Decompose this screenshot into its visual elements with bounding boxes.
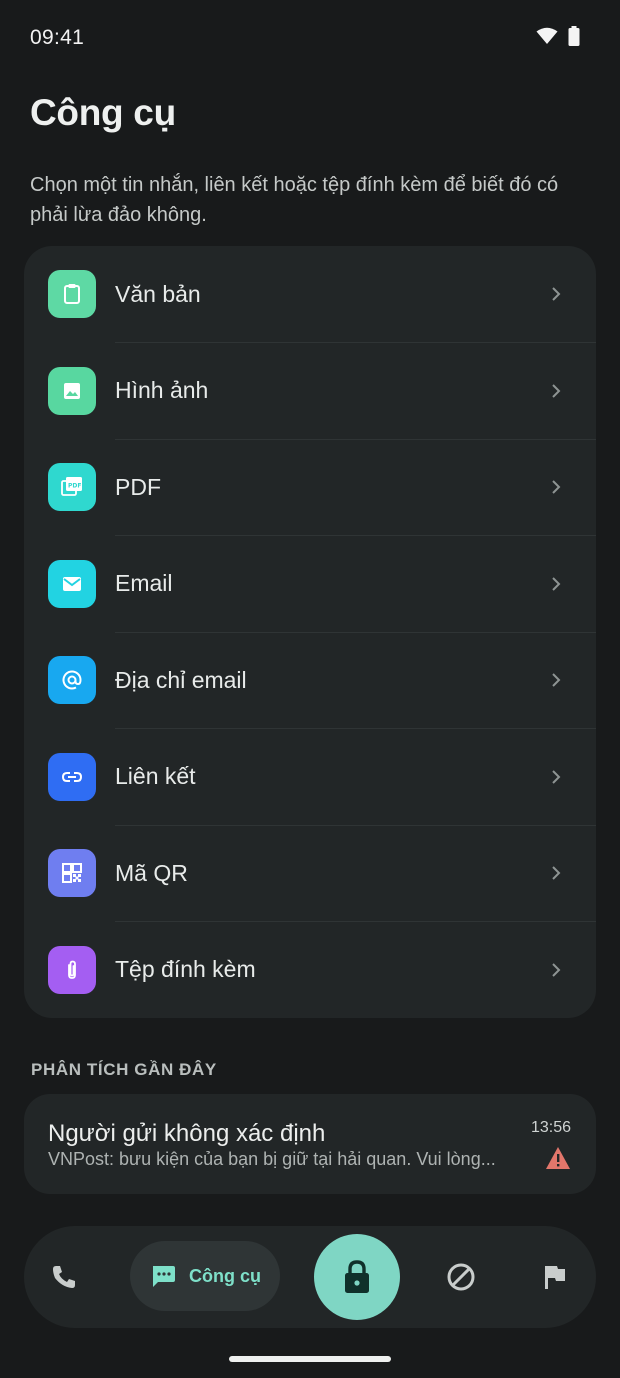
chevron-right-icon [550, 670, 562, 690]
chevron-right-icon [550, 574, 562, 594]
qr-code-icon [48, 849, 96, 898]
tool-item-image[interactable]: Hình ảnh [24, 343, 596, 440]
battery-icon [568, 26, 580, 46]
tools-list: Văn bản Hình ảnh PDF PDF Email Địa chỉ e… [24, 246, 596, 1018]
nav-phone[interactable] [46, 1259, 82, 1295]
chevron-right-icon [550, 863, 562, 883]
chevron-right-icon [550, 284, 562, 304]
tool-item-email-address[interactable]: Địa chỉ email [24, 632, 596, 729]
tool-label: Mã QR [115, 859, 188, 886]
status-time: 09:41 [30, 26, 85, 49]
status-icons [536, 26, 580, 46]
nav-report[interactable] [537, 1259, 573, 1295]
chevron-right-icon [550, 960, 562, 980]
tool-label: Địa chỉ email [115, 666, 247, 693]
recent-item-subtitle: VNPost: bưu kiện của bạn bị giữ tại hải … [48, 1149, 496, 1169]
lock-icon [345, 1260, 369, 1293]
flag-icon [545, 1266, 565, 1289]
tool-label: Tệp đính kèm [115, 956, 256, 983]
bottom-nav: Công cụ [24, 1226, 596, 1328]
recent-section-title: PHÂN TÍCH GẦN ĐÂY [31, 1060, 217, 1079]
pdf-icon: PDF [48, 463, 96, 512]
tool-item-pdf[interactable]: PDF PDF [24, 439, 596, 536]
paperclip-icon [48, 945, 96, 994]
tool-item-attachment[interactable]: Tệp đính kèm [24, 922, 596, 1019]
image-icon [48, 366, 96, 415]
nav-block[interactable] [443, 1259, 479, 1295]
recent-item-title: Người gửi không xác định [48, 1120, 326, 1147]
chevron-right-icon [550, 477, 562, 497]
status-bar: 09:41 [0, 0, 620, 76]
nav-tools-label: Công cụ [189, 1265, 261, 1286]
home-indicator[interactable] [229, 1356, 391, 1362]
chevron-right-icon [550, 767, 562, 787]
at-icon [48, 656, 96, 705]
tool-item-qr[interactable]: Mã QR [24, 825, 596, 922]
tool-label: Liên kết [115, 763, 196, 790]
nav-protect[interactable] [314, 1234, 400, 1320]
tool-item-link[interactable]: Liên kết [24, 729, 596, 826]
warning-icon [546, 1147, 570, 1169]
mail-icon [48, 559, 96, 608]
phone-icon [53, 1266, 75, 1288]
tool-label: Hình ảnh [115, 377, 209, 404]
chevron-right-icon [550, 381, 562, 401]
nav-tools[interactable]: Công cụ [130, 1241, 280, 1311]
tool-label: Email [115, 570, 173, 597]
clipboard-icon [48, 270, 96, 319]
page-description: Chọn một tin nhắn, liên kết hoặc tệp đín… [30, 174, 559, 226]
recent-analysis-item[interactable]: Người gửi không xác định VNPost: bưu kiệ… [24, 1094, 596, 1194]
tool-item-email[interactable]: Email [24, 536, 596, 633]
tool-label: Văn bản [115, 280, 201, 307]
svg-text:PDF: PDF [68, 483, 81, 490]
wifi-icon [536, 27, 558, 44]
link-icon [48, 752, 96, 801]
page-title: Công cụ [30, 92, 176, 133]
block-icon [447, 1263, 475, 1291]
recent-item-time: 13:56 [530, 1119, 571, 1136]
tool-item-text[interactable]: Văn bản [24, 246, 596, 343]
tool-label: PDF [115, 473, 161, 500]
message-icon [153, 1266, 175, 1287]
